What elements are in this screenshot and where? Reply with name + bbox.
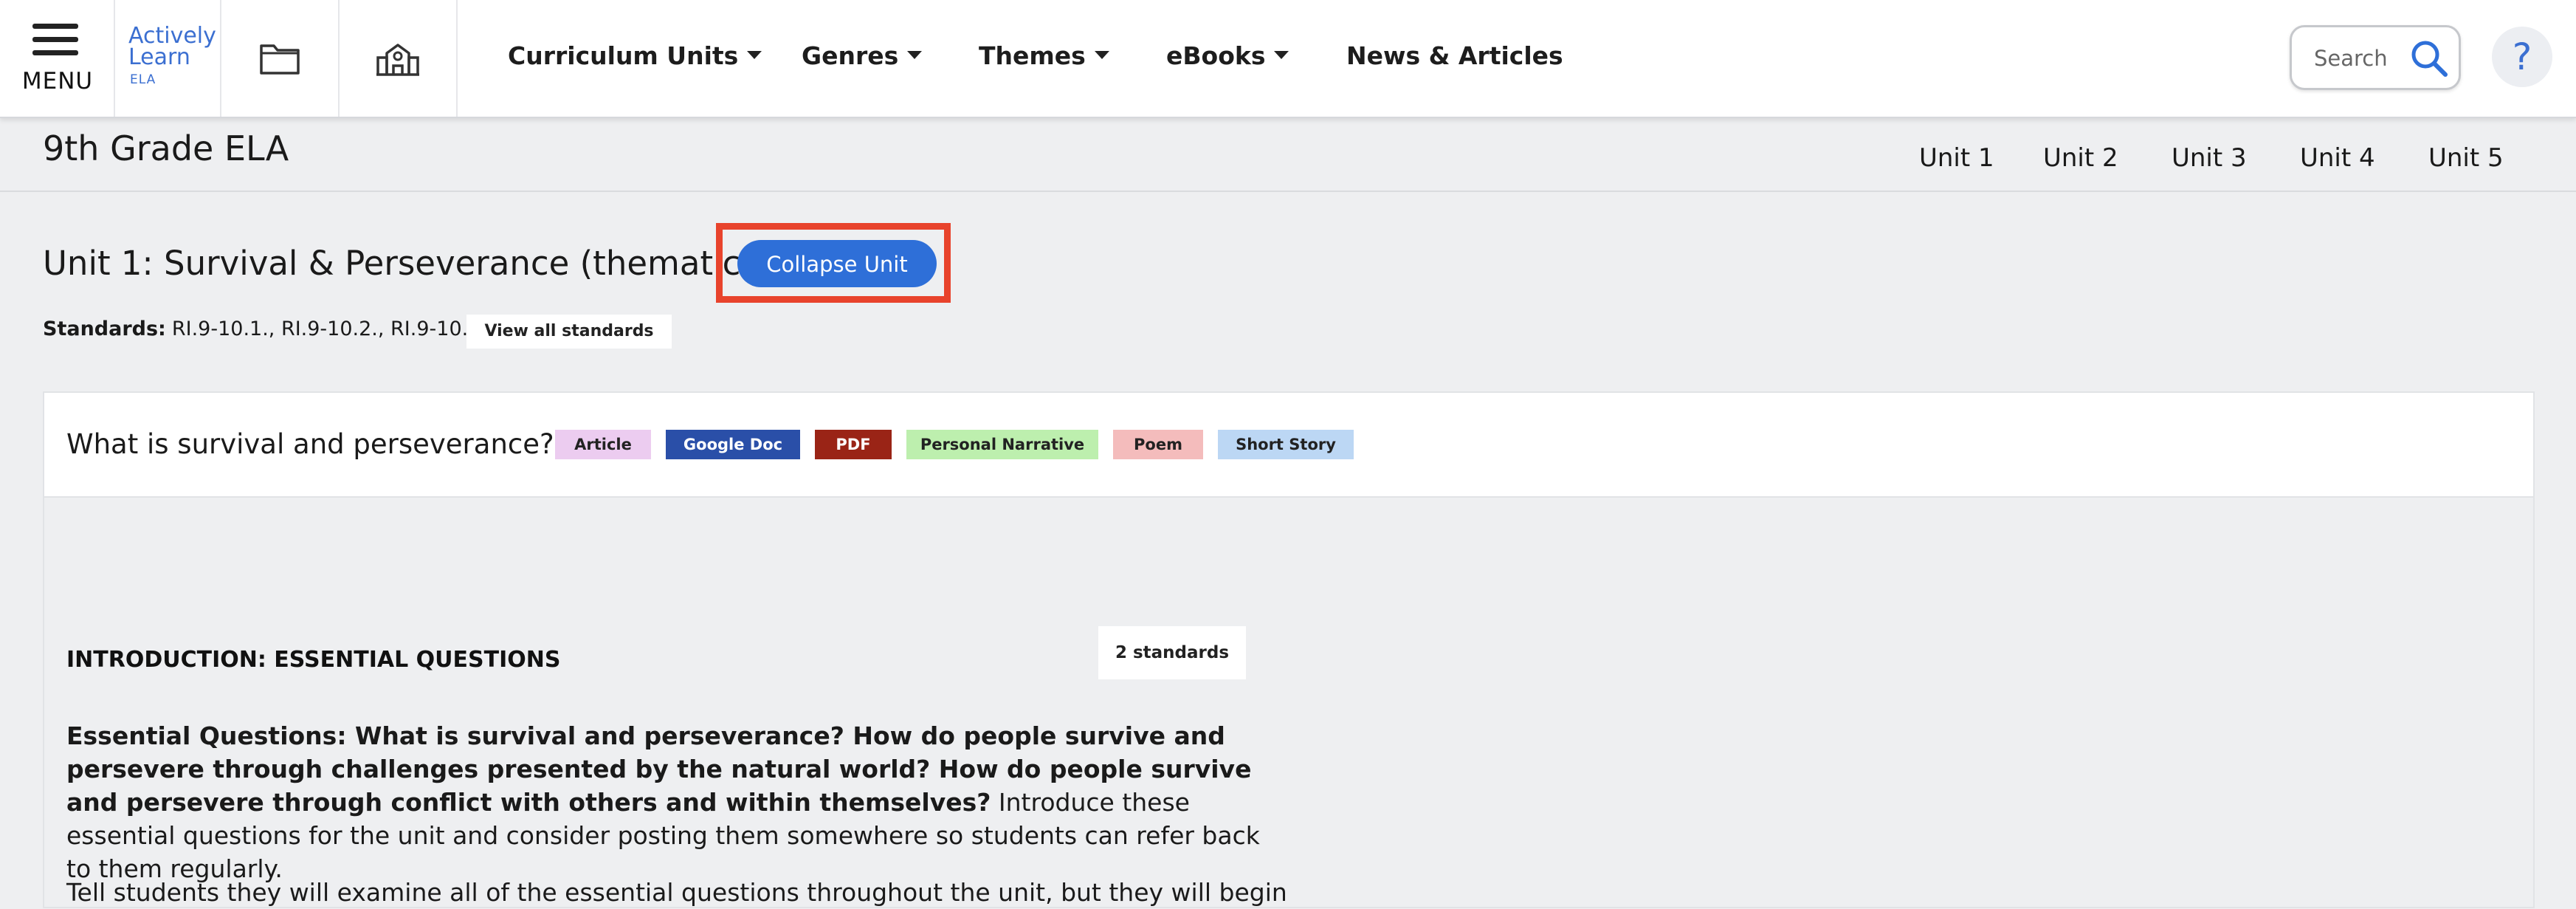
tag-google-doc: Google Doc [666,430,800,459]
section-heading: INTRODUCTION: ESSENTIAL QUESTIONS [66,647,561,673]
unit-title: Unit 1: Survival & Perseverance (themati… [43,244,754,283]
unit-link-4[interactable]: Unit 4 [2300,143,2375,173]
school-icon [376,44,419,76]
help-button[interactable]: ? [2492,27,2552,87]
standards-label: Standards: [43,318,166,340]
menu-label: MENU [21,68,94,95]
nav-themes[interactable]: Themes [979,41,1109,70]
search-icon[interactable] [2408,38,2450,79]
tag-pdf: PDF [815,430,892,459]
nav-label: Genres [802,41,899,70]
logo-line-3: ELA [130,72,156,87]
lesson-card-header[interactable]: What is survival and perseverance? Artic… [44,393,2533,498]
highlight-frame: Collapse Unit [716,223,951,303]
nav-genres[interactable]: Genres [802,41,923,70]
unit-link-5[interactable]: Unit 5 [2428,143,2504,173]
tag-personal-narrative: Personal Narrative [906,430,1098,459]
caret-down-icon [907,51,923,59]
nav-label: News & Articles [1346,41,1563,70]
unit-link-2[interactable]: Unit 2 [2043,143,2118,173]
caret-down-icon [1094,51,1109,59]
nav-curriculum-units[interactable]: Curriculum Units [508,41,762,70]
classes-button[interactable] [340,0,458,117]
unit-standards: Standards: RI.9-10.1., RI.9-10.2., RI.9-1… [43,318,487,340]
nav-label: eBooks [1166,41,1266,70]
grade-title: 9th Grade ELA [43,128,289,168]
tag-poem: Poem [1113,430,1203,459]
logo-line-2: Learn [128,44,190,70]
help-icon: ? [2512,35,2532,78]
actively-learn-logo[interactable]: Actively Learn ELA [115,0,221,117]
standards-value: RI.9-10.1., RI.9-10.2., RI.9-10.3. [171,318,487,340]
grade-bar: 9th Grade ELA Unit 1 Unit 2 Unit 3 Unit … [0,118,2576,192]
nav-label: Themes [979,41,1086,70]
unit-link-1[interactable]: Unit 1 [1919,143,1994,173]
tag-short-story: Short Story [1218,430,1354,459]
tag-article: Article [555,430,651,459]
nav-ebooks[interactable]: eBooks [1166,41,1289,70]
hamburger-icon [32,24,78,64]
collapse-unit-button[interactable]: Collapse Unit [737,240,937,287]
lesson-card: What is survival and perseverance? Artic… [43,391,2535,908]
unit-link-3[interactable]: Unit 3 [2172,143,2247,173]
lesson-title[interactable]: What is survival and perseverance? [66,428,554,460]
search-input[interactable]: Search [2290,25,2461,90]
second-paragraph: Tell students they will examine all of t… [66,878,1287,907]
nav-label: Curriculum Units [508,41,739,70]
nav-news-articles[interactable]: News & Articles [1346,41,1563,70]
top-navigation: MENU Actively Learn ELA Curriculum Units… [0,0,2576,118]
menu-button[interactable]: MENU [0,0,115,117]
standards-badge[interactable]: 2 standards [1098,626,1246,679]
search-placeholder: Search [2314,46,2388,71]
caret-down-icon [1274,51,1289,59]
caret-down-icon [747,51,762,59]
intro-paragraph: Essential Questions: What is survival an… [66,719,1277,885]
folder-icon [260,44,300,75]
view-all-standards-button[interactable]: View all standards [466,315,672,349]
folder-button[interactable] [221,0,340,117]
